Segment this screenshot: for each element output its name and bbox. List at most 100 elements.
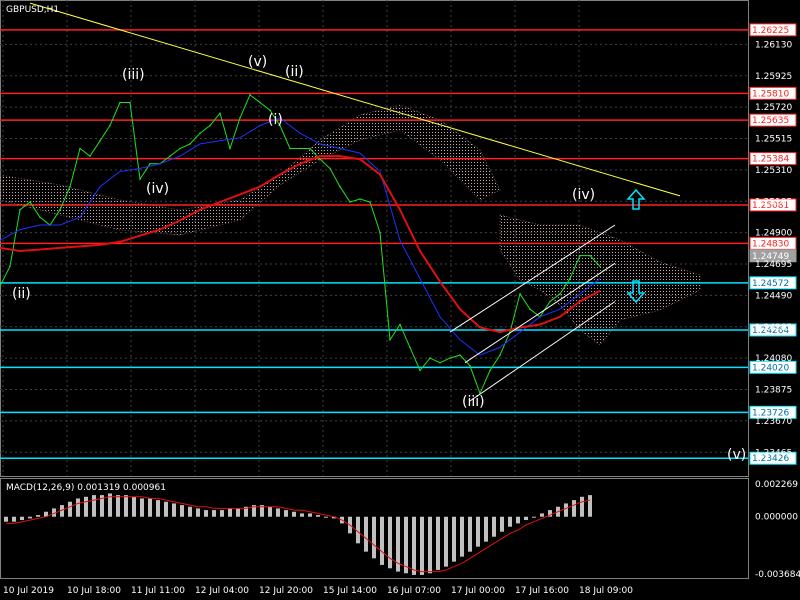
price-point xyxy=(99,140,101,142)
wave-label: (i) xyxy=(268,112,283,128)
main-chart-title: GBPUSD,H1 xyxy=(6,5,59,15)
y-tick-label: 1.25720 xyxy=(755,103,792,113)
level-label: 1.25384 xyxy=(752,155,789,165)
macd-bar xyxy=(220,510,224,517)
price-point xyxy=(399,323,401,326)
macd-bar xyxy=(308,513,312,517)
macd-bar xyxy=(228,508,232,517)
macd-bar xyxy=(12,516,16,522)
price-point xyxy=(89,155,91,157)
macd-bar xyxy=(372,516,376,559)
macd-bar xyxy=(476,516,480,547)
price-point xyxy=(329,167,331,170)
macd-bar xyxy=(316,515,320,517)
price-point xyxy=(219,112,221,115)
price-point xyxy=(449,357,451,359)
macd-bar xyxy=(68,501,72,517)
y-tick-label: 1.23875 xyxy=(755,386,792,396)
price-point xyxy=(409,346,411,349)
price-point xyxy=(69,185,71,188)
price-point xyxy=(429,357,431,359)
price-point xyxy=(369,201,371,203)
macd-bar xyxy=(212,510,216,517)
macd-bar xyxy=(196,508,200,517)
macd-bar xyxy=(172,503,176,517)
price-point xyxy=(319,158,321,160)
macd-bar xyxy=(324,516,328,518)
y-tick-label: 1.24285 xyxy=(755,323,792,333)
main-plot-frame xyxy=(0,0,749,477)
y-tick-label: 1.24490 xyxy=(755,291,792,301)
x-tick-label: 17 Jul 16:00 xyxy=(515,586,569,596)
wave-label: (v) xyxy=(248,54,267,70)
series-yellow-line xyxy=(29,2,681,197)
macd-bar xyxy=(412,516,416,575)
price-point xyxy=(259,101,261,104)
x-tick-label: 15 Jul 14:00 xyxy=(323,586,377,596)
price-point xyxy=(559,293,561,295)
wave-label: (ii) xyxy=(285,64,304,80)
price-point xyxy=(179,147,181,150)
price-point xyxy=(349,201,351,203)
macd-bar xyxy=(164,501,168,517)
macd-bar xyxy=(36,515,40,517)
macd-bar xyxy=(580,496,584,517)
price-point xyxy=(569,277,571,280)
level-label: 1.25810 xyxy=(752,89,789,99)
macd-indicator xyxy=(4,493,592,575)
price-point xyxy=(589,254,591,257)
wave-label: (v) xyxy=(727,447,746,463)
price-point xyxy=(189,143,191,145)
macd-bar xyxy=(404,516,408,574)
macd-bar xyxy=(388,516,392,569)
level-label: 1.26225 xyxy=(752,26,789,36)
price-point xyxy=(459,354,461,356)
macd-bar xyxy=(444,516,448,567)
macd-bar xyxy=(492,516,496,537)
price-point xyxy=(169,155,171,157)
macd-bar xyxy=(508,516,512,527)
up-arrow-icon xyxy=(626,188,646,210)
macd-bar xyxy=(92,495,96,517)
macd-bar xyxy=(524,516,528,521)
price-point xyxy=(119,101,121,104)
level-label: 1.24020 xyxy=(752,363,789,373)
price-point xyxy=(499,354,501,356)
price-point xyxy=(379,231,381,234)
macd-bar xyxy=(468,516,472,552)
wave-label: (iii) xyxy=(122,67,145,83)
price-point xyxy=(529,308,531,311)
x-tick-label: 10 Jul 2019 xyxy=(3,586,54,596)
macd-bar xyxy=(516,516,520,524)
macd-bar xyxy=(236,508,240,517)
macd-bar xyxy=(148,498,152,517)
x-tick-label: 12 Jul 04:00 xyxy=(195,586,249,596)
macd-bar xyxy=(276,508,280,517)
price-point xyxy=(209,124,211,127)
macd-bar xyxy=(460,516,464,557)
macd-bar xyxy=(4,516,8,522)
price-point xyxy=(309,147,311,150)
macd-bar xyxy=(204,510,208,517)
macd-bar xyxy=(132,496,136,517)
price-point xyxy=(289,147,291,150)
price-point xyxy=(299,147,301,150)
y-tick-label: 1.24900 xyxy=(755,229,792,239)
x-tick-label: 16 Jul 07:00 xyxy=(387,586,441,596)
macd-title: MACD(12,26,9) 0.001319 0.000961 xyxy=(6,483,166,493)
price-point xyxy=(249,94,251,96)
price-point xyxy=(149,163,151,165)
macd-bar xyxy=(564,503,568,517)
macd-bar xyxy=(124,495,128,517)
price-point xyxy=(29,201,31,203)
y-tick-label: 1.25105 xyxy=(755,197,792,207)
y-tick-label: 1.24080 xyxy=(755,354,792,364)
macd-bar xyxy=(76,498,80,517)
macd-y-tick-label: 0.002269 xyxy=(755,480,798,490)
x-tick-label: 11 Jul 11:00 xyxy=(131,586,185,596)
y-tick-label: 1.23670 xyxy=(755,417,792,427)
price-point xyxy=(239,117,241,119)
macd-bar xyxy=(284,510,288,517)
wave-label: (ii) xyxy=(12,286,31,302)
y-tick-label: 1.26130 xyxy=(755,40,792,50)
